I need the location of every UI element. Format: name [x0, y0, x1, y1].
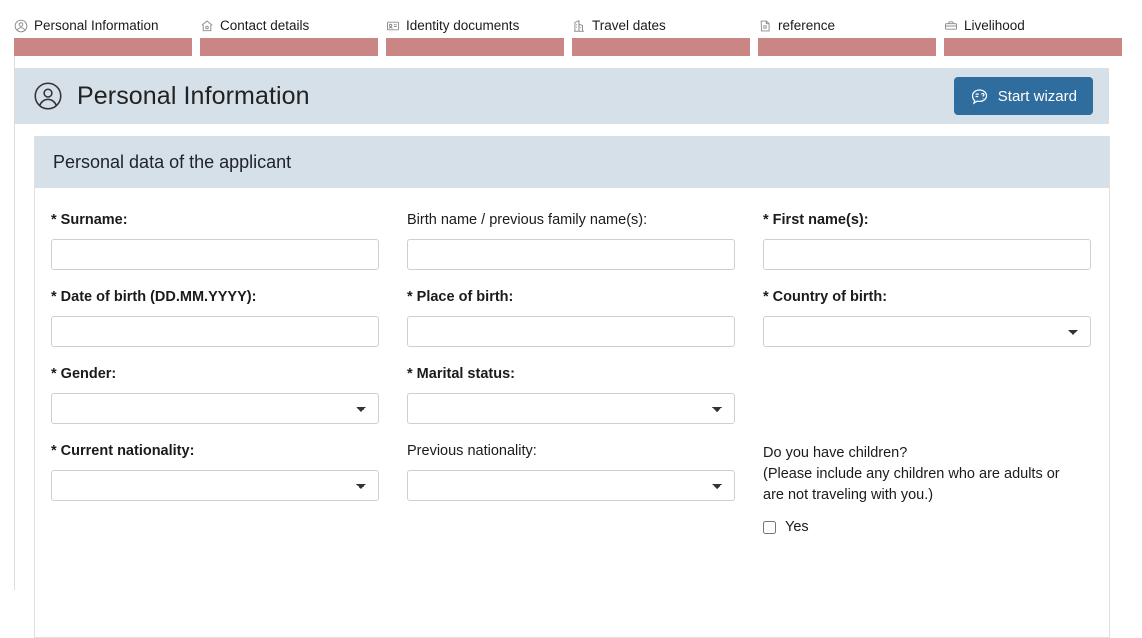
field-previous-nationality: Previous nationality:	[407, 441, 735, 535]
step-label-wrap: Travel dates	[572, 18, 750, 38]
children-question-block: Do you have children? (Please include an…	[763, 441, 1091, 535]
home-icon	[200, 19, 214, 33]
birth-name-input[interactable]	[407, 239, 735, 270]
document-icon	[758, 19, 772, 33]
form-row-gender-marital: * Gender: * Marital status:	[51, 364, 1091, 424]
briefcase-icon	[944, 19, 958, 33]
current-nationality-select[interactable]	[51, 470, 379, 501]
step-label-wrap: Personal Information	[14, 18, 192, 38]
empty-cell	[763, 364, 1091, 424]
step-travel-dates[interactable]: Travel dates	[572, 0, 750, 56]
children-yes-checkbox[interactable]	[763, 520, 776, 534]
previous-nationality-label: Previous nationality:	[407, 443, 537, 459]
person-circle-icon	[14, 19, 28, 33]
first-names-input[interactable]	[763, 239, 1091, 270]
date-of-birth-input[interactable]	[51, 316, 379, 347]
start-wizard-label: Start wizard	[997, 87, 1077, 105]
step-livelihood[interactable]: Livelihood	[944, 0, 1122, 56]
first-names-label: * First name(s):	[763, 212, 869, 228]
field-date-of-birth: * Date of birth (DD.MM.YYYY):	[51, 287, 379, 347]
step-label: Travel dates	[592, 18, 666, 33]
step-identity-documents[interactable]: Identity documents	[386, 0, 564, 56]
step-label-wrap: Identity documents	[386, 18, 564, 38]
step-progress-segment	[944, 38, 1122, 56]
form-row-nationality: * Current nationality: Previous national…	[51, 441, 1091, 535]
calendar-building-icon	[572, 19, 586, 33]
content-frame: Personal Information Start wizard Person…	[14, 56, 1142, 638]
personal-data-panel: Personal data of the applicant * Surname…	[34, 136, 1110, 638]
step-contact-details[interactable]: Contact details	[200, 0, 378, 56]
country-of-birth-label: * Country of birth:	[763, 289, 888, 305]
step-label: Livelihood	[964, 18, 1025, 33]
step-label: reference	[778, 18, 836, 33]
field-gender: * Gender:	[51, 364, 379, 424]
step-reference[interactable]: reference	[758, 0, 936, 56]
previous-nationality-select[interactable]	[407, 470, 735, 501]
panel-body: * Surname: Birth name / previous family …	[35, 188, 1109, 535]
marital-status-label: * Marital status:	[407, 366, 515, 382]
children-question-text: Do you have children? (Please include an…	[763, 445, 1060, 503]
field-country-of-birth: * Country of birth:	[763, 287, 1091, 347]
step-label: Identity documents	[406, 18, 520, 33]
id-card-icon	[386, 19, 400, 33]
place-of-birth-input[interactable]	[407, 316, 735, 347]
place-of-birth-label: * Place of birth:	[407, 289, 514, 305]
field-current-nationality: * Current nationality:	[51, 441, 379, 535]
start-wizard-button[interactable]: Start wizard	[953, 77, 1093, 115]
form-row-names: * Surname: Birth name / previous family …	[51, 210, 1091, 270]
step-label-wrap: Livelihood	[944, 18, 1122, 38]
surname-input[interactable]	[51, 239, 379, 270]
page-title: Personal Information	[77, 81, 310, 110]
speech-bubble-question-icon	[970, 87, 989, 106]
step-label: Personal Information	[34, 18, 159, 33]
field-surname: * Surname:	[51, 210, 379, 270]
step-personal-information[interactable]: Personal Information	[14, 0, 192, 56]
step-label-wrap: reference	[758, 18, 936, 38]
person-circle-icon	[33, 81, 63, 111]
page-header: Personal Information Start wizard	[15, 68, 1109, 124]
children-yes-checkbox-row[interactable]: Yes	[763, 519, 1091, 535]
step-label: Contact details	[220, 18, 310, 33]
form-row-birth: * Date of birth (DD.MM.YYYY): * Place of…	[51, 287, 1091, 347]
gender-label: * Gender:	[51, 366, 117, 382]
birth-name-label: Birth name / previous family name(s):	[407, 212, 648, 228]
country-of-birth-select[interactable]	[763, 316, 1091, 347]
page-title-wrap: Personal Information	[33, 81, 310, 111]
step-progress-segment	[758, 38, 936, 56]
current-nationality-label: * Current nationality:	[51, 443, 195, 459]
date-of-birth-label: * Date of birth (DD.MM.YYYY):	[51, 289, 257, 305]
step-progress-segment	[572, 38, 750, 56]
step-progress-bar: Personal Information Contact details Ide…	[14, 0, 1122, 56]
marital-status-select[interactable]	[407, 393, 735, 424]
field-place-of-birth: * Place of birth:	[407, 287, 735, 347]
gender-select[interactable]	[51, 393, 379, 424]
step-progress-segment	[386, 38, 564, 56]
step-progress-segment	[200, 38, 378, 56]
field-marital-status: * Marital status:	[407, 364, 735, 424]
children-yes-label: Yes	[785, 519, 809, 535]
field-first-names: * First name(s):	[763, 210, 1091, 270]
step-progress-segment	[14, 38, 192, 56]
step-label-wrap: Contact details	[200, 18, 378, 38]
panel-section-title: Personal data of the applicant	[35, 136, 1109, 188]
surname-label: * Surname:	[51, 212, 128, 228]
field-birth-name: Birth name / previous family name(s):	[407, 210, 735, 270]
